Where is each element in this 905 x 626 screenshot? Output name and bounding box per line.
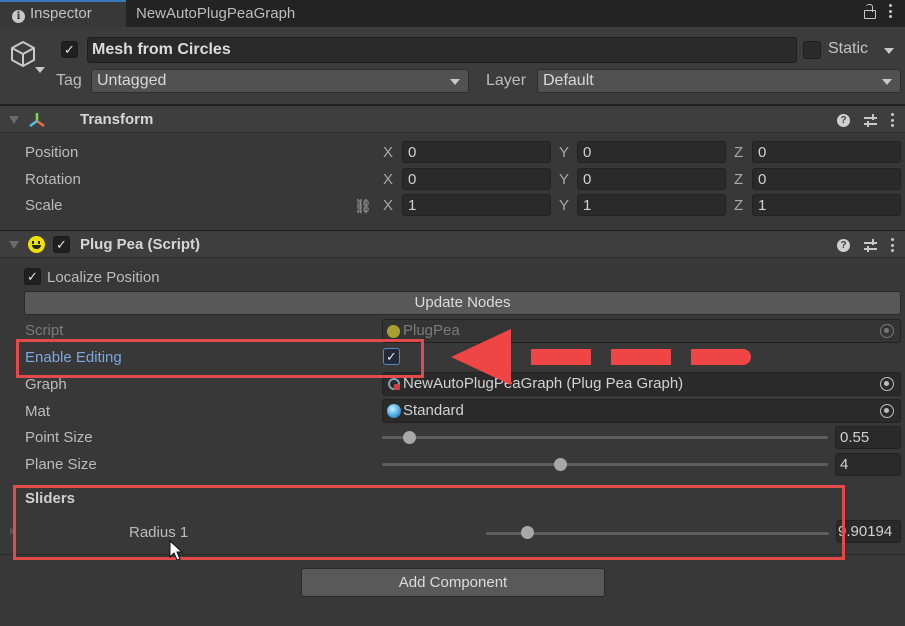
- layer-label: Layer: [486, 72, 527, 89]
- enable-editing-highlight: [16, 339, 424, 378]
- presets-icon[interactable]: [864, 113, 877, 127]
- presets-icon[interactable]: [864, 238, 877, 252]
- plane-size-input[interactable]: 4: [835, 453, 901, 476]
- foldout-arrow-icon[interactable]: [9, 241, 19, 249]
- position-x-label[interactable]: X: [383, 144, 393, 161]
- scale-y-input[interactable]: 1: [577, 194, 726, 216]
- graph-label: Graph: [25, 376, 67, 393]
- tab-graph-label: NewAutoPlugPeaGraph: [136, 5, 296, 22]
- help-icon[interactable]: ?: [837, 238, 850, 252]
- gameobject-name-input[interactable]: Mesh from Circles: [87, 37, 797, 63]
- plane-size-label: Plane Size: [25, 456, 97, 473]
- layer-value: Default: [543, 72, 594, 89]
- radius-input[interactable]: 9.90194: [836, 520, 901, 543]
- position-z-label[interactable]: Z: [734, 144, 743, 161]
- plugpea-header[interactable]: ✓ Plug Pea (Script) ?: [0, 230, 905, 258]
- chevron-down-icon: [882, 79, 892, 85]
- foldout-arrow-icon[interactable]: [9, 116, 19, 124]
- point-size-slider-track[interactable]: [382, 436, 828, 439]
- position-z-input[interactable]: 0: [752, 141, 901, 163]
- mat-label: Mat: [25, 403, 51, 420]
- kebab-menu-icon[interactable]: [889, 3, 893, 19]
- sliders-highlight: [13, 485, 845, 560]
- position-label: Position: [25, 144, 79, 161]
- mat-value: Standard: [403, 402, 464, 419]
- chevron-down-icon: [450, 79, 460, 85]
- localize-position-checkbox[interactable]: ✓: [24, 268, 41, 285]
- add-component-button[interactable]: Add Component: [301, 568, 605, 597]
- rotation-y-label[interactable]: Y: [559, 171, 569, 188]
- active-checkbox[interactable]: ✓: [61, 41, 78, 58]
- tag-value: Untagged: [97, 72, 167, 89]
- tab-bar: i Inspector NewAutoPlugPeaGraph: [0, 0, 905, 27]
- scale-x-label[interactable]: X: [383, 197, 393, 214]
- object-picker-icon[interactable]: [880, 404, 894, 418]
- position-x-input[interactable]: 0: [402, 141, 551, 163]
- static-label: Static: [828, 40, 869, 57]
- tag-label: Tag: [56, 72, 82, 89]
- material-sphere-icon: [387, 404, 401, 418]
- kebab-menu-icon[interactable]: [891, 237, 895, 253]
- annotation-arrow-icon: [451, 329, 751, 385]
- plugpea-title: Plug Pea (Script): [80, 236, 201, 253]
- update-nodes-button[interactable]: Update Nodes: [24, 291, 901, 315]
- constrain-proportions-icon[interactable]: ⛓: [354, 198, 372, 215]
- layer-dropdown[interactable]: Default: [537, 69, 901, 93]
- help-icon[interactable]: ?: [837, 113, 850, 127]
- script-smiley-icon: [28, 236, 45, 253]
- kebab-menu-icon[interactable]: [891, 112, 895, 128]
- object-picker-icon[interactable]: [880, 377, 894, 391]
- static-checkbox[interactable]: [803, 41, 821, 59]
- transform-title: Transform: [80, 111, 154, 128]
- position-y-input[interactable]: 0: [577, 141, 726, 163]
- cube-icon[interactable]: [8, 39, 38, 69]
- script-label: Script: [25, 322, 64, 339]
- scale-y-label[interactable]: Y: [559, 197, 569, 214]
- point-size-label: Point Size: [25, 429, 93, 446]
- rotation-z-label[interactable]: Z: [734, 171, 743, 188]
- tab-graph[interactable]: NewAutoPlugPeaGraph: [136, 0, 295, 27]
- graph-asset-icon: [388, 378, 400, 390]
- static-dropdown-caret[interactable]: [884, 48, 894, 54]
- rotation-y-input[interactable]: 0: [577, 168, 726, 190]
- info-icon: i: [12, 10, 25, 23]
- scale-z-label[interactable]: Z: [734, 197, 743, 214]
- tab-inspector-label: Inspector: [30, 5, 92, 22]
- gameobject-header: ✓ Mesh from Circles Static Tag Untagged …: [0, 27, 905, 105]
- point-size-input[interactable]: 0.55: [835, 426, 901, 449]
- component-enabled-checkbox[interactable]: ✓: [53, 236, 70, 253]
- plane-size-slider-track[interactable]: [382, 463, 828, 466]
- point-size-slider-thumb[interactable]: [402, 431, 416, 444]
- mouse-cursor-icon: [169, 540, 184, 561]
- scale-z-input[interactable]: 1: [752, 194, 901, 216]
- tag-dropdown[interactable]: Untagged: [91, 69, 469, 93]
- localize-position-label: Localize Position: [47, 269, 160, 286]
- script-smiley-icon: [387, 325, 400, 338]
- tab-inspector[interactable]: i Inspector: [0, 0, 126, 27]
- transform-header[interactable]: Transform ?: [0, 105, 905, 133]
- position-y-label[interactable]: Y: [559, 144, 569, 161]
- transform-icon: [29, 113, 45, 128]
- rotation-x-label[interactable]: X: [383, 171, 393, 188]
- rotation-label: Rotation: [25, 171, 81, 188]
- scale-x-input[interactable]: 1: [402, 194, 551, 216]
- object-picker-icon: [880, 324, 894, 338]
- plane-size-slider-thumb[interactable]: [554, 458, 568, 471]
- mat-field[interactable]: Standard: [382, 399, 901, 423]
- rotation-x-input[interactable]: 0: [402, 168, 551, 190]
- lock-icon[interactable]: [863, 3, 876, 19]
- rotation-z-input[interactable]: 0: [752, 168, 901, 190]
- scale-label: Scale: [25, 197, 63, 214]
- icon-dropdown-caret[interactable]: [35, 67, 45, 73]
